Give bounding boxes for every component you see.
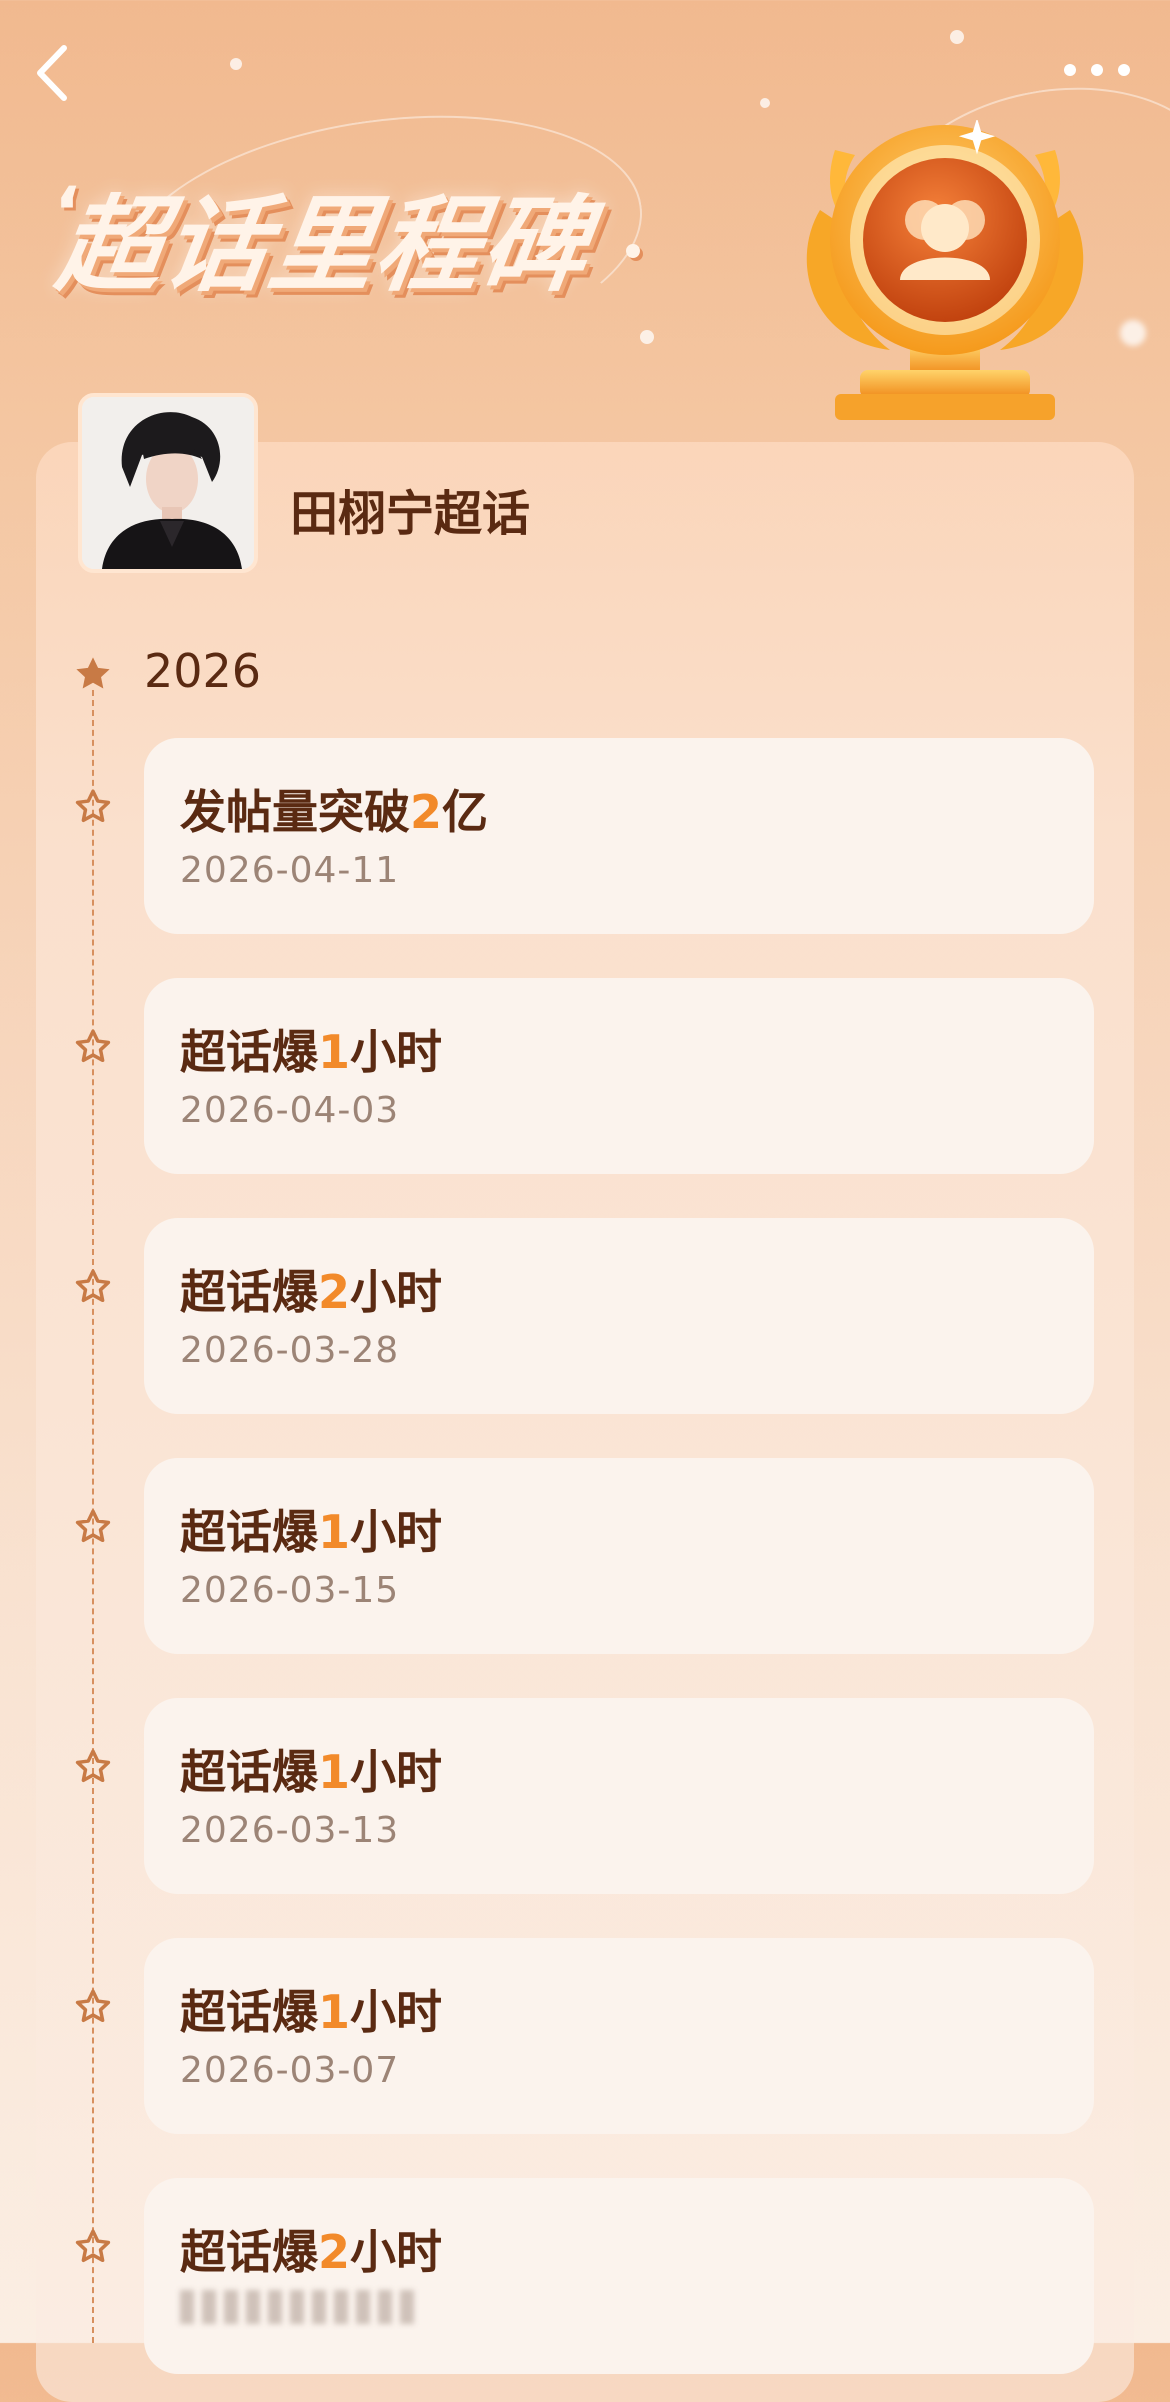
milestone-date: 2026-03-15	[180, 1570, 400, 1611]
milestone-title: 超话爆2小时	[180, 2225, 443, 2279]
topic-name[interactable]: 田栩宁超话	[290, 474, 530, 544]
milestone-item[interactable]: 超话爆1小时 2026-04-03	[144, 978, 1094, 1174]
milestone-title: 超话爆1小时	[180, 1505, 443, 1559]
filled-star-icon	[76, 657, 110, 689]
milestone-item[interactable]: 超话爆1小时 2026-03-15	[144, 1458, 1094, 1654]
top-bar	[0, 0, 1170, 140]
chevron-left-icon	[37, 45, 67, 101]
milestone-date: 2026-03-28	[180, 1330, 400, 1371]
sparkle-decoration	[1120, 320, 1146, 346]
milestone-title: 发帖量突破2亿	[180, 785, 489, 839]
milestone-item[interactable]: 发帖量突破2亿 2026-04-11	[144, 738, 1094, 934]
page-title: 超话里程碑	[50, 184, 598, 306]
star-outline-icon	[75, 1269, 111, 1303]
milestone-item[interactable]: 超话爆2小时	[144, 2178, 1094, 2374]
milestone-date-obscured	[180, 2290, 420, 2324]
milestone-title: 超话爆2小时	[180, 1265, 443, 1319]
milestone-title: 超话爆1小时	[180, 1025, 443, 1079]
group-trophy-icon	[806, 120, 1084, 420]
milestone-date: 2026-03-13	[180, 1810, 400, 1851]
star-outline-icon	[75, 1749, 111, 1783]
milestone-date: 2026-04-03	[180, 1090, 400, 1131]
more-horizontal-icon	[1064, 64, 1130, 76]
milestone-item[interactable]: 超话爆2小时 2026-03-28	[144, 1218, 1094, 1414]
milestone-title: 超话爆1小时	[180, 1745, 443, 1799]
more-button[interactable]	[1052, 52, 1142, 92]
star-outline-icon	[75, 1029, 111, 1063]
star-outline-icon	[75, 1509, 111, 1543]
avatar[interactable]	[78, 393, 258, 573]
sparkle-decoration	[640, 330, 654, 344]
milestone-item[interactable]: 超话爆1小时 2026-03-07	[144, 1938, 1094, 2134]
milestone-date: 2026-03-07	[180, 2050, 400, 2091]
milestone-title: 超话爆1小时	[180, 1985, 443, 2039]
title-dot-decoration	[626, 244, 640, 258]
milestone-date: 2026-04-11	[180, 850, 400, 891]
avatar-portrait-icon	[82, 397, 254, 569]
star-outline-icon	[75, 789, 111, 823]
star-outline-icon	[75, 2229, 111, 2263]
star-outline-icon	[75, 1989, 111, 2023]
year-label: 2026	[144, 644, 262, 698]
milestone-item[interactable]: 超话爆1小时 2026-03-13	[144, 1698, 1094, 1894]
back-button[interactable]	[28, 38, 88, 108]
